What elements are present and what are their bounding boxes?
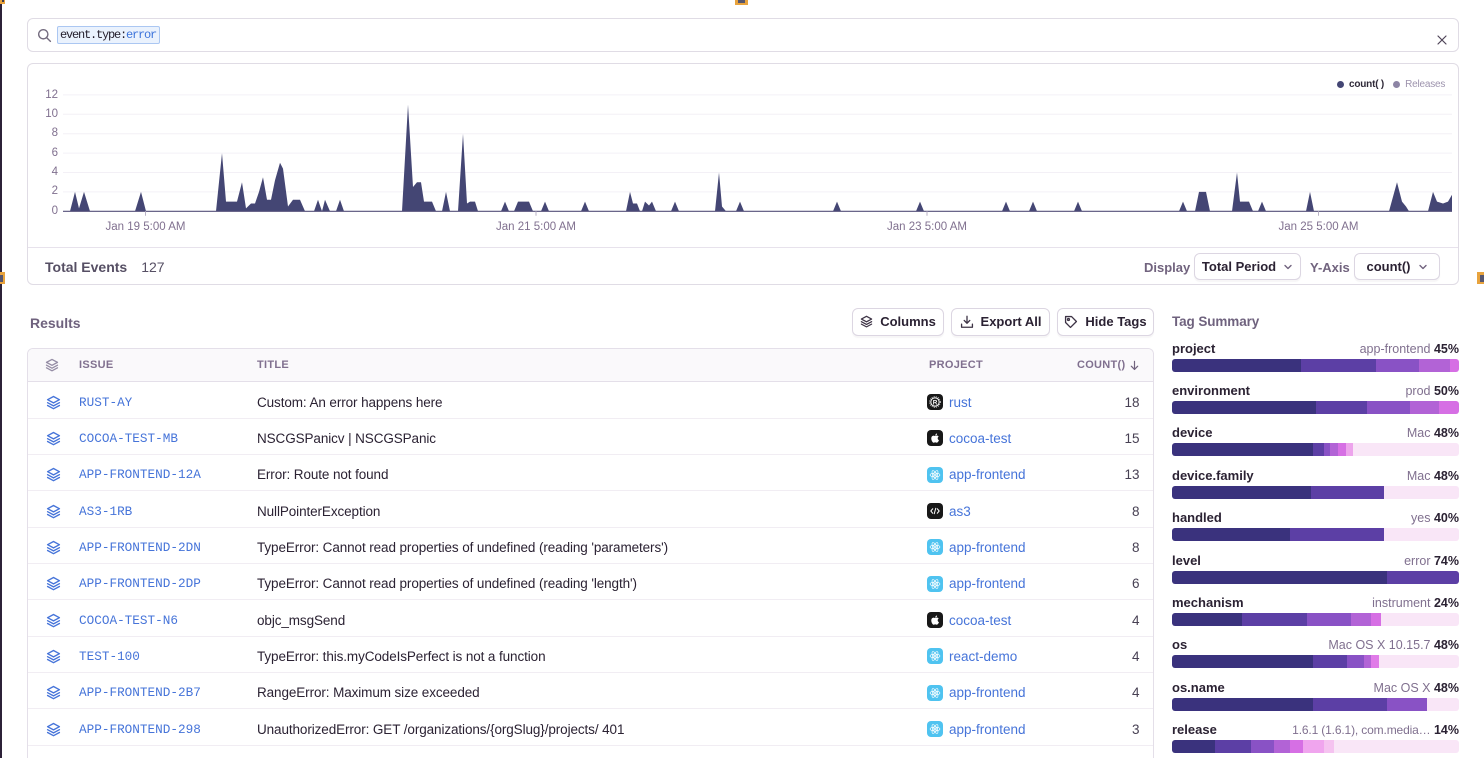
svg-text:R: R <box>933 399 938 406</box>
